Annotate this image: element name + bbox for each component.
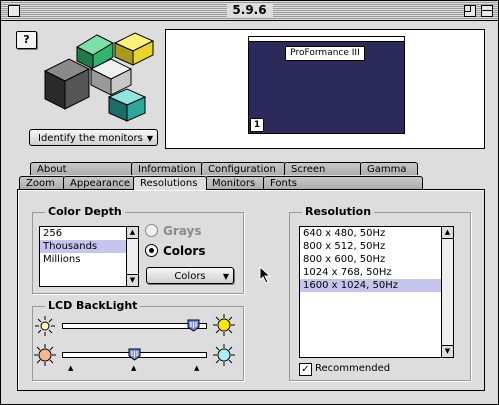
colors-popup[interactable]: Colors ▼	[146, 267, 234, 284]
preview-menubar	[249, 37, 404, 42]
list-item[interactable]: 256	[40, 227, 138, 240]
app-window: 5.9.6 ? Identify the monitors ▼ ProForma	[0, 0, 499, 405]
resolution-title: Resolution	[302, 204, 375, 220]
chevron-down-icon: ▼	[222, 272, 229, 281]
collapse-box[interactable]	[481, 5, 493, 17]
tab-information[interactable]: Information	[131, 162, 203, 175]
scroll-down-icon[interactable]: ▼	[442, 345, 453, 357]
tick-mark: ▲	[194, 364, 200, 372]
color-depth-scrollbar[interactable]: ▲ ▼	[126, 227, 138, 286]
tab-resolutions[interactable]: Resolutions	[133, 176, 207, 190]
identify-monitors-button[interactable]: Identify the monitors ▼	[29, 129, 158, 146]
monitor-number: 1	[250, 118, 264, 132]
cool-color-icon	[213, 344, 235, 366]
list-item[interactable]: Thousands	[40, 240, 138, 253]
zoom-box[interactable]	[464, 5, 476, 17]
color-depth-title: Color Depth	[45, 204, 125, 220]
tab-fonts[interactable]: Fonts	[263, 176, 423, 189]
close-box[interactable]	[8, 5, 20, 17]
list-item[interactable]: 800 x 512, 50Hz	[300, 240, 453, 253]
brightness-high-icon	[213, 314, 235, 336]
tick-mark: ▲	[131, 364, 137, 372]
colors-popup-label: Colors	[174, 271, 206, 282]
title-bar[interactable]: 5.9.6	[1, 1, 498, 21]
list-item[interactable]: 1024 x 768, 50Hz	[300, 266, 453, 279]
brightness-slider-thumb[interactable]	[187, 319, 200, 332]
temperature-slider-thumb[interactable]	[128, 348, 141, 361]
list-item[interactable]: Millions	[40, 253, 138, 266]
tab-screen-saver[interactable]: Screen saver	[284, 162, 362, 188]
grays-radio[interactable]: Grays	[145, 224, 201, 238]
monitor-name: ProFormance III	[285, 46, 365, 61]
tab-monitors[interactable]: Monitors	[205, 176, 265, 189]
help-button[interactable]: ?	[16, 31, 37, 49]
chevron-down-icon: ▼	[146, 134, 153, 143]
resolution-scrollbar[interactable]: ▲ ▼	[441, 227, 453, 357]
resolution-list[interactable]: 640 x 480, 50Hz 800 x 512, 50Hz 800 x 60…	[299, 226, 454, 358]
list-item[interactable]: 800 x 600, 50Hz	[300, 253, 453, 266]
colors-radio[interactable]: Colors	[145, 244, 205, 258]
tick-mark: ▲	[68, 364, 74, 372]
tab-about-prographics[interactable]: About ProGraphics	[30, 162, 133, 188]
recommended-checkbox[interactable]: ✓	[299, 363, 312, 376]
list-item[interactable]: 640 x 480, 50Hz	[300, 227, 453, 240]
tab-appearance[interactable]: Appearance	[63, 176, 135, 189]
color-depth-list[interactable]: 256 Thousands Millions ▲ ▼	[39, 226, 139, 287]
tab-gamma[interactable]: Gamma	[360, 162, 418, 175]
list-item[interactable]: 1600 x 1024, 50Hz	[300, 279, 453, 292]
identify-monitors-label: Identify the monitors	[38, 133, 143, 144]
brightness-slider-track[interactable]	[62, 323, 207, 329]
scroll-up-icon[interactable]: ▲	[442, 227, 453, 239]
monitor-preview: ProFormance III 1	[165, 29, 485, 149]
warm-color-icon	[34, 344, 56, 366]
recommended-label: Recommended	[315, 363, 391, 374]
scroll-down-icon[interactable]: ▼	[127, 274, 138, 286]
grays-label: Grays	[163, 224, 202, 238]
monitor-screen[interactable]: ProFormance III 1	[248, 36, 405, 134]
brightness-low-icon	[35, 316, 55, 336]
radio-circle-icon	[145, 224, 158, 237]
prographics-logo-icon	[43, 32, 155, 122]
window-title: 5.9.6	[226, 3, 273, 18]
radio-circle-icon	[145, 244, 158, 257]
scroll-up-icon[interactable]: ▲	[127, 227, 138, 239]
colors-label: Colors	[163, 244, 206, 258]
tab-configuration[interactable]: Configuration	[201, 162, 286, 175]
mouse-pointer-icon	[259, 266, 272, 284]
lcd-backlight-title: LCD BackLight	[45, 298, 141, 314]
tab-zoom[interactable]: Zoom	[19, 176, 65, 189]
